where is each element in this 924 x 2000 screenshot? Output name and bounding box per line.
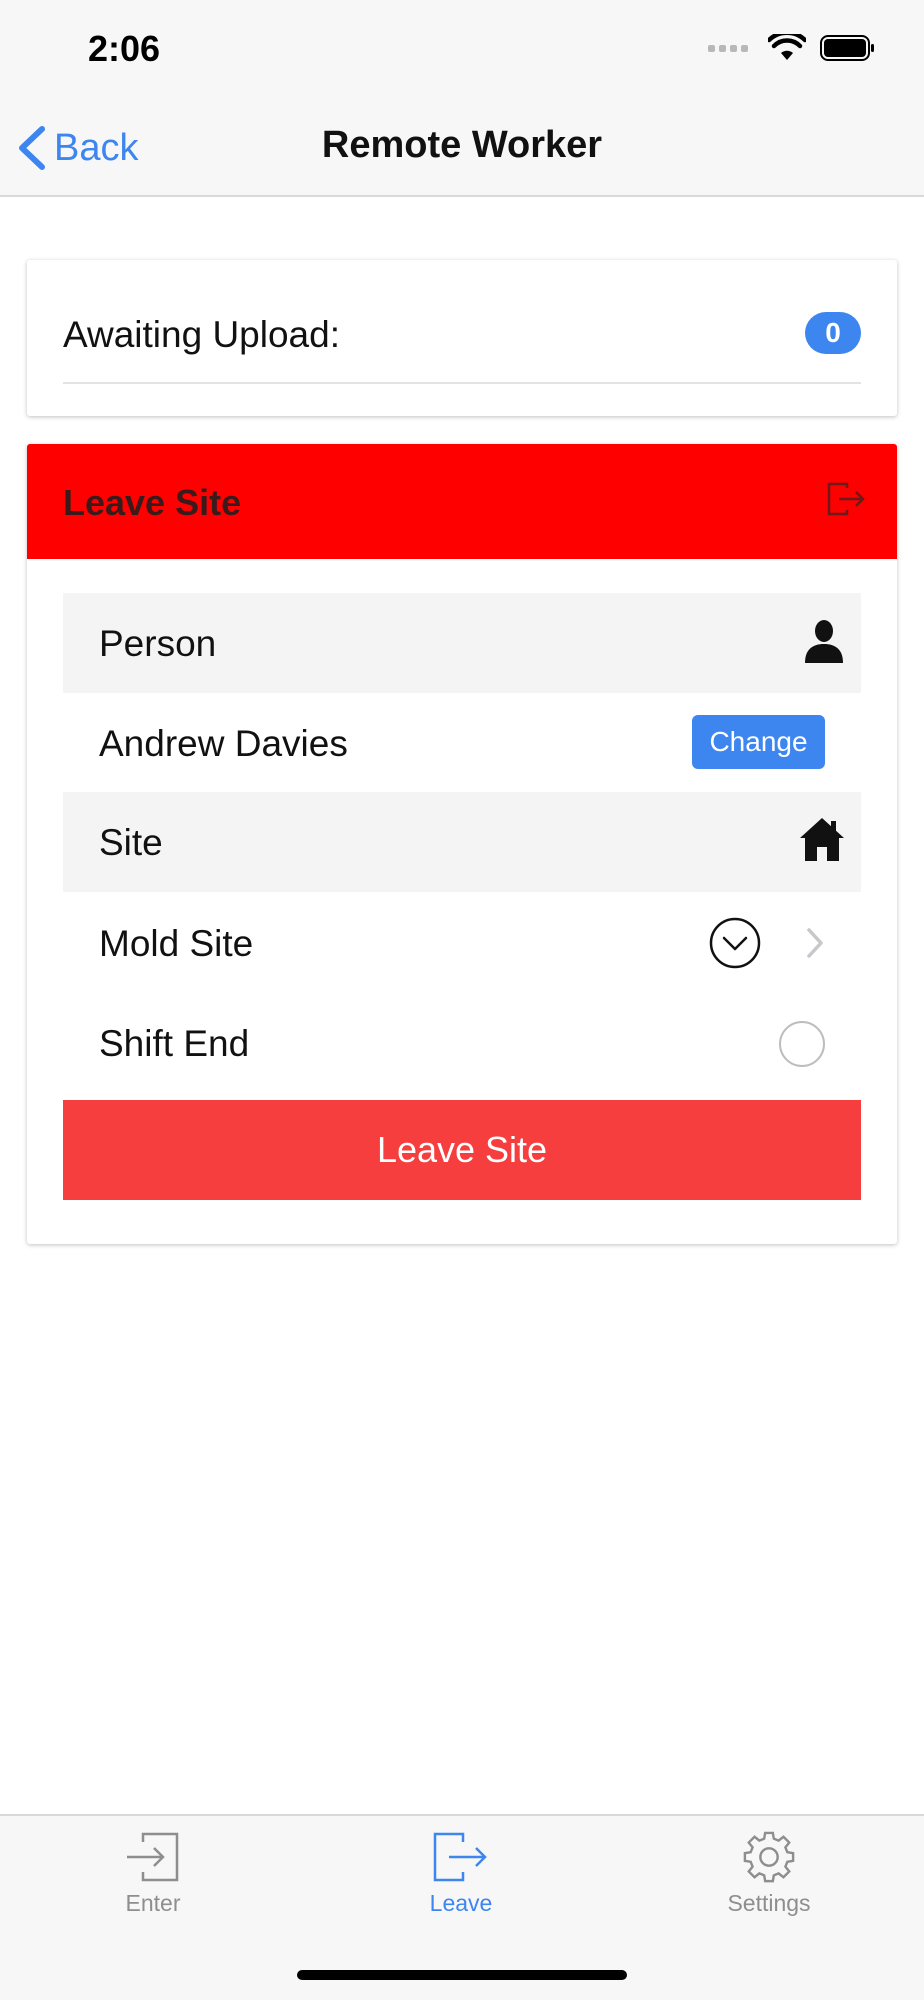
leave-site-card: Leave Site Person Andrew Davies Change S… xyxy=(27,444,897,1244)
tab-settings-label: Settings xyxy=(727,1890,811,1916)
person-icon xyxy=(805,620,843,663)
navigation-bar: Back Remote Worker xyxy=(0,100,924,197)
tab-settings[interactable]: Settings xyxy=(669,1830,869,1940)
person-row: Andrew Davies Change xyxy=(63,693,861,793)
tab-enter-label: Enter xyxy=(125,1890,181,1916)
shift-end-label: Shift End xyxy=(99,1023,250,1064)
upload-count-badge: 0 xyxy=(805,312,861,354)
tab-leave[interactable]: Leave xyxy=(361,1830,561,1940)
wifi-icon xyxy=(768,34,806,60)
leave-icon xyxy=(433,1832,487,1882)
site-section-header: Site xyxy=(63,792,861,892)
cellular-signal-icon xyxy=(708,44,748,52)
page-title: Remote Worker xyxy=(321,124,603,166)
status-bar: 2:06 xyxy=(0,0,924,100)
site-select-row[interactable]: Mold Site xyxy=(63,893,861,993)
leave-site-header: Leave Site xyxy=(27,444,897,559)
home-icon xyxy=(800,818,844,861)
battery-icon xyxy=(820,35,874,61)
tab-leave-label: Leave xyxy=(429,1890,493,1916)
gear-icon xyxy=(743,1831,795,1883)
person-section-header: Person xyxy=(63,593,861,693)
chevron-down-circle-icon[interactable] xyxy=(709,917,761,969)
chevron-right-icon xyxy=(807,928,823,958)
shift-end-row: Shift End xyxy=(63,993,861,1093)
upload-card: Awaiting Upload: 0 xyxy=(27,260,897,416)
awaiting-upload-label: Awaiting Upload: xyxy=(63,314,340,355)
leave-site-button[interactable]: Leave Site xyxy=(63,1100,861,1200)
exit-icon xyxy=(827,482,865,516)
home-indicator xyxy=(297,1970,627,1980)
status-time: 2:06 xyxy=(88,28,161,69)
person-label: Person xyxy=(99,623,217,664)
leave-site-header-title: Leave Site xyxy=(63,482,242,523)
app-screen: 2:06 Back Remote Worker Awaiting Upload:… xyxy=(0,0,924,2000)
site-label: Site xyxy=(99,822,163,863)
enter-icon xyxy=(127,1832,179,1882)
change-person-button[interactable]: Change xyxy=(692,715,825,769)
status-icons xyxy=(708,34,876,62)
site-value: Mold Site xyxy=(99,923,254,964)
person-name: Andrew Davies xyxy=(99,723,348,764)
shift-end-radio[interactable] xyxy=(779,1021,825,1067)
tab-enter[interactable]: Enter xyxy=(53,1830,253,1940)
